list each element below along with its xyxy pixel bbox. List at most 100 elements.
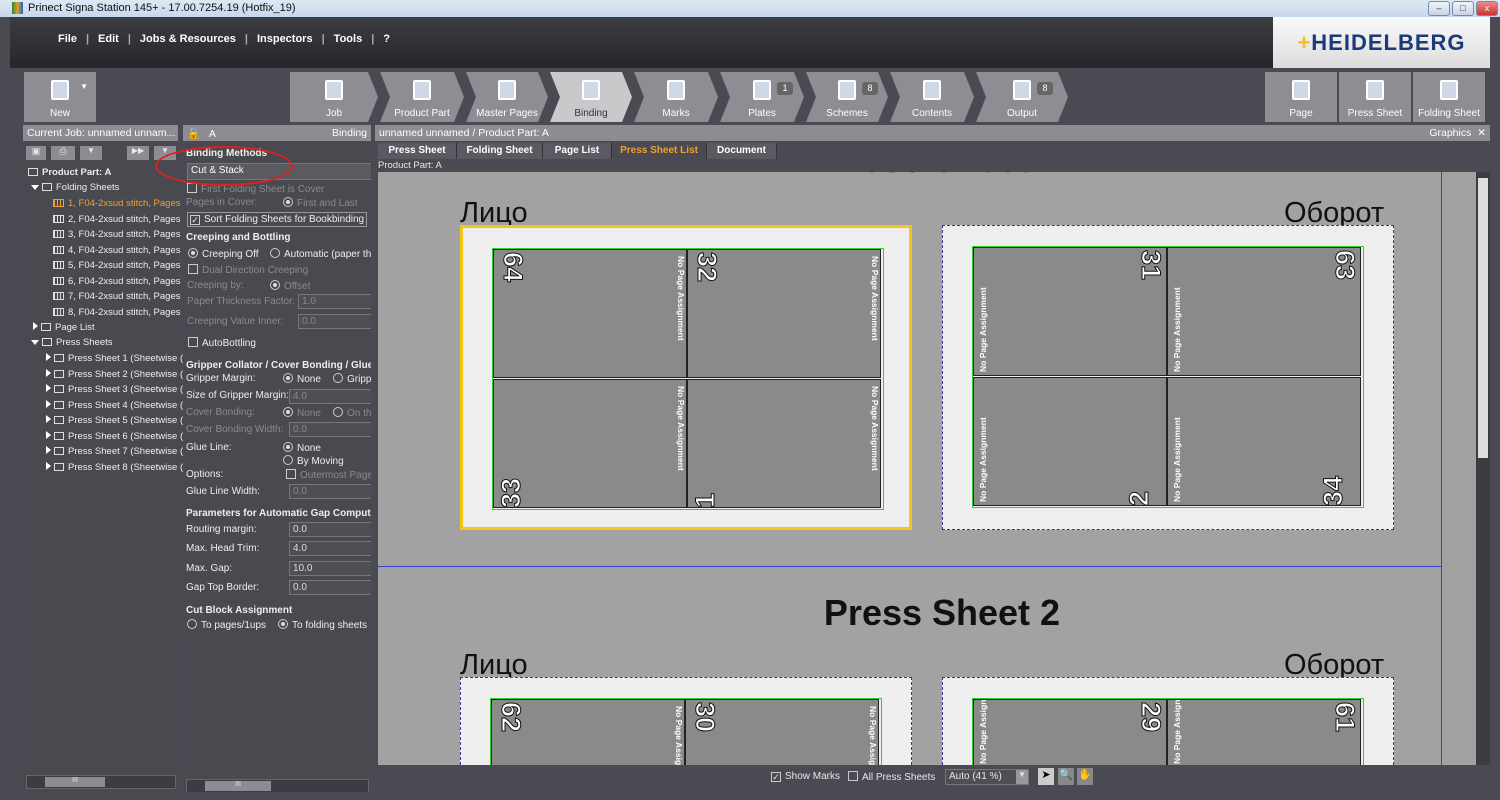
press-sheet-canvas[interactable]: Press Sheet 1ЛицоОборот64No Page Assignm… xyxy=(378,172,1476,765)
tree-press-sheet-item[interactable]: Press Sheet 8 (Sheetwise ( xyxy=(46,461,183,473)
menu-inspectors[interactable]: Inspectors xyxy=(257,33,313,45)
cover-on-radio[interactable]: On th xyxy=(333,407,371,419)
dropdown-icon[interactable]: ▼ xyxy=(80,146,102,160)
fast-forward-icon[interactable]: ▶▶ xyxy=(127,146,149,160)
expand-icon[interactable] xyxy=(46,446,51,454)
minimize-button[interactable]: – xyxy=(1428,1,1450,16)
tree-press-sheet-item[interactable]: Press Sheet 7 (Sheetwise ( xyxy=(46,446,183,457)
scrollbar-thumb[interactable] xyxy=(1478,178,1488,458)
tree-folding-sheets[interactable]: Folding Sheets xyxy=(31,182,119,193)
workflow-step-contents[interactable]: Contents xyxy=(890,72,974,122)
dual-direction-checkbox[interactable]: Dual Direction Creeping xyxy=(188,264,308,276)
all-press-sheets-checkbox[interactable]: All Press Sheets xyxy=(848,771,935,783)
expand-icon[interactable] xyxy=(46,368,51,377)
scrollbar-thumb[interactable]: III xyxy=(45,777,105,787)
sheet-front[interactable]: 64 No Page Assignment 32 No Page Assignment… xyxy=(460,225,912,530)
save-icon[interactable]: ▣ xyxy=(26,146,46,160)
outermost-checkbox[interactable]: Outermost Page xyxy=(286,469,371,481)
sheet-front[interactable]: 62 No Page Assignment 30 No Page Assignment xyxy=(460,677,912,765)
scrollbar-thumb[interactable]: III xyxy=(205,781,271,791)
sheet-back[interactable]: 31 No Page Assignment 63 No Page Assignment… xyxy=(942,225,1394,530)
workflow-step-binding[interactable]: Binding xyxy=(550,72,632,122)
expand-icon[interactable] xyxy=(46,384,51,392)
glue-width-field[interactable]: 0.0 xyxy=(289,484,371,499)
to-folding-radio[interactable]: To folding sheets xyxy=(278,619,367,631)
tab-document[interactable]: Document xyxy=(707,143,777,159)
tree-press-sheet-item[interactable]: Press Sheet 5 (Sheetwise ( xyxy=(46,415,183,426)
cover-width-field[interactable]: 0.0 xyxy=(289,422,371,437)
page-cell[interactable]: 61 No Page Assignment xyxy=(1167,699,1361,765)
tree-folding-sheet-item[interactable]: 1, F04-2xsud stitch, Pages 1 xyxy=(53,198,188,209)
tab-folding-sheet[interactable]: Folding Sheet xyxy=(457,143,543,159)
tree-product-part[interactable]: Product Part: A xyxy=(28,167,111,178)
tab-press-sheet-list[interactable]: Press Sheet List xyxy=(612,143,707,159)
workflow-step-plates[interactable]: 1 Plates xyxy=(720,72,804,122)
first-and-last-radio[interactable]: First and Last xyxy=(283,197,358,209)
print-icon[interactable]: ⎙ xyxy=(51,146,75,160)
tree-press-sheets[interactable]: Press Sheets xyxy=(31,337,113,348)
automatic-radio[interactable]: Automatic (paper thi xyxy=(270,248,371,260)
editor-page-button[interactable]: Page xyxy=(1265,72,1337,122)
menu-edit[interactable]: Edit xyxy=(98,33,119,45)
tree-press-sheet-item[interactable]: Press Sheet 3 (Sheetwise ( xyxy=(46,384,183,395)
vertical-scrollbar[interactable] xyxy=(1476,172,1490,765)
expand-icon[interactable] xyxy=(31,185,39,190)
workflow-step-output[interactable]: 8 Output xyxy=(976,72,1068,122)
page-cell[interactable]: 34 No Page Assignment xyxy=(1167,377,1361,506)
autobottling-checkbox[interactable]: AutoBottling xyxy=(188,337,256,349)
head-trim-field[interactable]: 4.0 xyxy=(289,541,371,556)
tree-folding-sheet-item[interactable]: 5, F04-2xsud stitch, Pages 9 xyxy=(53,260,188,271)
menu-jobs-resources[interactable]: Jobs & Resources xyxy=(140,33,236,45)
page-cell[interactable]: 30 No Page Assignment xyxy=(685,699,879,765)
workflow-step-product-part[interactable]: Product Part xyxy=(380,72,464,122)
expand-icon[interactable] xyxy=(46,353,51,361)
close-graphics-button[interactable]: ✕ xyxy=(1477,127,1486,139)
expand-icon[interactable] xyxy=(46,415,51,423)
cover-none-radio[interactable]: None xyxy=(283,407,321,419)
tab-press-sheet[interactable]: Press Sheet xyxy=(378,143,457,159)
tab-page-list[interactable]: Page List xyxy=(543,143,612,159)
chevron-down-icon[interactable]: ▼ xyxy=(80,82,88,91)
creeping-off-radio[interactable]: Creeping Off xyxy=(188,248,259,260)
tree-press-sheet-item[interactable]: Press Sheet 2 (Sheetwise ( xyxy=(46,368,183,380)
editor-folding-sheet-button[interactable]: Folding Sheet xyxy=(1413,72,1485,122)
expand-icon[interactable] xyxy=(46,430,51,439)
chevron-down-icon[interactable]: ▼ xyxy=(1016,770,1028,784)
gripper-none-radio[interactable]: None xyxy=(283,373,321,385)
gripper-size-field[interactable]: 4.0 xyxy=(289,389,371,404)
tree-folding-sheet-item[interactable]: 4, F04-2xsud stitch, Pages 7 xyxy=(53,245,188,256)
menu-?[interactable]: ? xyxy=(383,33,390,45)
expand-icon[interactable] xyxy=(33,322,38,330)
page-cell[interactable]: 62 No Page Assignment xyxy=(491,699,685,765)
page-cell[interactable]: 33 No Page Assignment xyxy=(493,379,687,508)
zoom-tool-icon[interactable]: 🔍 xyxy=(1058,768,1074,785)
page-cell[interactable]: 2 No Page Assignment xyxy=(973,377,1167,506)
expand-icon[interactable] xyxy=(46,461,51,470)
workflow-step-marks[interactable]: Marks xyxy=(634,72,718,122)
page-cell[interactable]: 64 No Page Assignment xyxy=(493,249,687,378)
zoom-select[interactable]: Auto (41 %) ▼ xyxy=(945,769,1029,785)
tree-page-list[interactable]: Page List xyxy=(33,322,95,333)
tree-folding-sheet-item[interactable]: 6, F04-2xsud stitch, Pages 1 xyxy=(53,276,188,287)
page-cell[interactable]: 31 No Page Assignment xyxy=(973,247,1167,376)
show-marks-checkbox[interactable]: ✓ Show Marks xyxy=(771,771,840,782)
maximize-button[interactable]: □ xyxy=(1452,1,1474,16)
expand-icon[interactable] xyxy=(46,399,51,408)
hand-tool-icon[interactable]: ✋ xyxy=(1077,768,1093,785)
gap-top-field[interactable]: 0.0 xyxy=(289,580,371,595)
close-button[interactable]: x xyxy=(1476,1,1498,16)
tree-press-sheet-item[interactable]: Press Sheet 4 (Sheetwise ( xyxy=(46,399,183,411)
sort-folding-sheets-checkbox[interactable]: ✓ Sort Folding Sheets for Bookbinding xyxy=(187,212,368,227)
workflow-step-master-pages[interactable]: Master Pages xyxy=(466,72,548,122)
routing-margin-field[interactable]: 0.0 xyxy=(289,522,371,537)
new-button[interactable]: ▼ New xyxy=(24,72,96,122)
expand-icon[interactable] xyxy=(31,340,39,345)
glue-by-moving-radio[interactable]: By Moving xyxy=(283,455,344,467)
gripper-radio[interactable]: Gripp xyxy=(333,373,371,385)
page-cell[interactable]: 32 No Page Assignment xyxy=(687,249,881,378)
page-cell[interactable]: 29 No Page Assignment xyxy=(973,699,1167,765)
tree-folding-sheet-item[interactable]: 3, F04-2xsud stitch, Pages 5 xyxy=(53,229,188,240)
menu-tools[interactable]: Tools xyxy=(334,33,363,45)
editor-press-sheet-button[interactable]: Press Sheet xyxy=(1339,72,1411,122)
tree-folding-sheet-item[interactable]: 8, F04-2xsud stitch, Pages 1 xyxy=(53,307,188,318)
